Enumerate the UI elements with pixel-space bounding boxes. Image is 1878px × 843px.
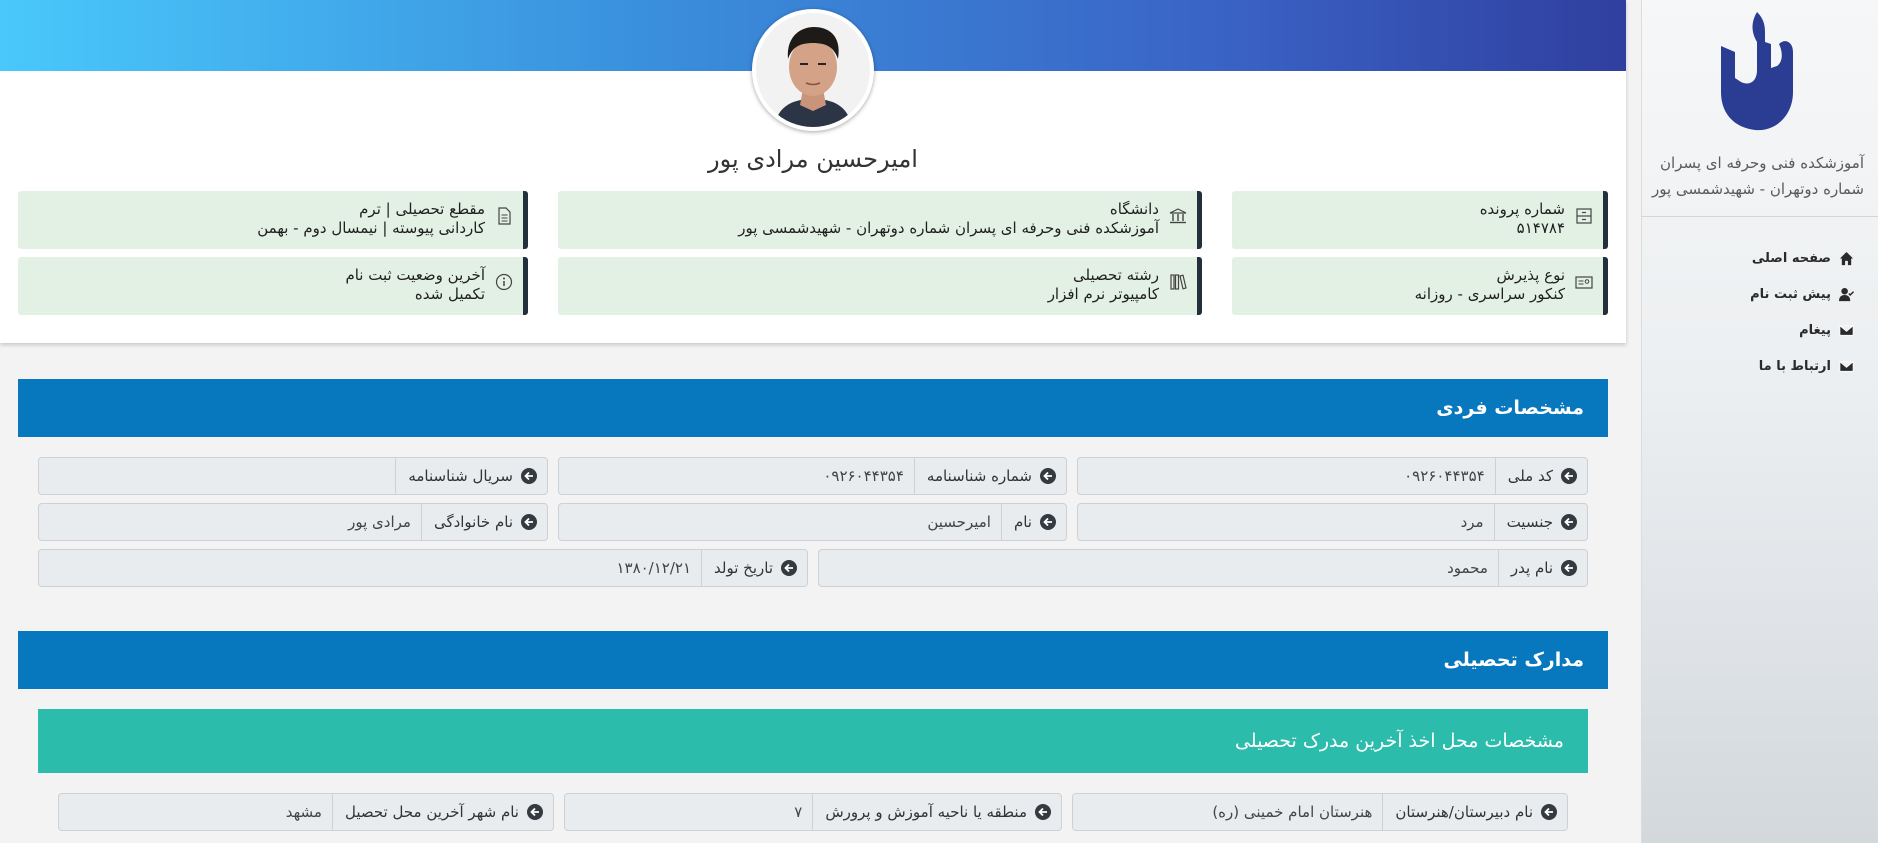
field-label: شماره شناسنامه	[926, 467, 1032, 485]
avatar	[752, 9, 874, 131]
field-birth-date: تاریخ تولد ۱۳۸۰/۱۲/۲۱	[38, 549, 808, 587]
user-check-icon	[1839, 287, 1854, 301]
info-box-registration-status: آخرین وضعیت ثبت نام تکمیل شده	[18, 257, 528, 315]
nav-item-messages[interactable]: پیغام	[1641, 312, 1878, 348]
info-box-file-number: شماره پرونده ۵۱۴۷۸۴	[1232, 191, 1608, 249]
field-label: منطقه یا ناحیه آموزش و پرورش	[825, 803, 1027, 821]
arrow-left-circle-icon	[1561, 560, 1577, 576]
student-name: امیرحسین مرادی پور	[708, 145, 918, 173]
field-label: نام	[1013, 513, 1032, 531]
field-high-school-name: نام دبیرستان/هنرستان هنرستان امام خمینی …	[1072, 793, 1568, 831]
field-label: نام پدر	[1510, 559, 1553, 577]
info-box-admission-type: نوع پذیرش کنکور سراسری - روزانه	[1232, 257, 1608, 315]
field-value: ۱۳۸۰/۱۲/۲۱	[616, 559, 692, 577]
field-value	[39, 458, 395, 494]
envelope-icon	[1839, 360, 1854, 372]
nav-item-home[interactable]: صفحه اصلی	[1641, 240, 1878, 276]
info-box-label: نوع پذیرش	[1496, 266, 1565, 284]
info-icon	[495, 273, 513, 291]
arrow-left-circle-icon	[521, 468, 537, 484]
nav-item-label: ارتباط با ما	[1758, 358, 1831, 374]
info-box-value: کنکور سراسری - روزانه	[1414, 285, 1565, 303]
field-label: نام شهر آخرین محل تحصیل	[344, 803, 519, 821]
field-id-serial: سریال شناسنامه	[38, 457, 548, 495]
arrow-left-circle-icon	[1035, 804, 1051, 820]
main-content: امیرحسین مرادی پور شماره پرونده ۵۱۴۷۸۴ د…	[0, 0, 1626, 843]
sidebar: آموزشکده فنی وحرفه ای پسران شماره دوتهرا…	[1641, 0, 1878, 843]
arrow-left-circle-icon	[527, 804, 543, 820]
info-box-degree-term: مقطع تحصیلی | ترم کاردانی پیوسته | نیمسا…	[18, 191, 528, 249]
arrow-left-circle-icon	[521, 514, 537, 530]
field-education-district: منطقه یا ناحیه آموزش و پرورش ۷	[564, 793, 1062, 831]
field-value: هنرستان امام خمینی (ره)	[1212, 803, 1373, 821]
school-name: آموزشکده فنی وحرفه ای پسران شماره دوتهرا…	[1651, 154, 1864, 198]
education-header: مدارک تحصیلی	[18, 631, 1608, 689]
arrow-left-circle-icon	[1040, 468, 1056, 484]
field-father-name: نام پدر محمود	[818, 549, 1588, 587]
nav-item-pre-registration[interactable]: پیش ثبت نام	[1641, 276, 1878, 312]
arrow-left-circle-icon	[781, 560, 797, 576]
field-label: نام دبیرستان/هنرستان	[1395, 803, 1533, 821]
school-logo	[1642, 12, 1878, 142]
info-box-label: رشته تحصیلی	[1072, 266, 1159, 284]
arrow-left-circle-icon	[1541, 804, 1557, 820]
info-box-label: دانشگاه	[1109, 200, 1159, 218]
info-box-label: شماره پرونده	[1479, 200, 1565, 218]
info-box-value: ۵۱۴۷۸۴	[1516, 219, 1565, 237]
envelope-icon	[1839, 324, 1854, 336]
nav-item-contact-us[interactable]: ارتباط با ما	[1641, 348, 1878, 384]
field-label: نام خانوادگی	[433, 513, 513, 531]
field-label: جنسیت	[1506, 513, 1553, 531]
arrow-left-circle-icon	[1561, 468, 1577, 484]
field-value: مرد	[1460, 513, 1484, 531]
file-cabinet-icon	[1576, 208, 1592, 224]
id-card-icon	[1575, 276, 1593, 289]
home-icon	[1839, 251, 1854, 265]
info-box-label: مقطع تحصیلی | ترم	[359, 200, 485, 218]
nav-item-label: صفحه اصلی	[1751, 250, 1831, 266]
info-box-value: تکمیل شده	[414, 285, 485, 303]
last-degree-location-header: مشخصات محل اخذ آخرین مدرک تحصیلی	[38, 709, 1588, 773]
field-last-name: نام خانوادگی مرادی پور	[38, 503, 548, 541]
info-box-value: آموزشکده فنی وحرفه ای پسران شماره دوتهرا…	[738, 219, 1159, 237]
field-value: محمود	[1447, 559, 1488, 577]
profile-card: امیرحسین مرادی پور شماره پرونده ۵۱۴۷۸۴ د…	[0, 0, 1626, 343]
field-first-name: نام امیرحسین	[558, 503, 1067, 541]
field-id-number: شماره شناسنامه ۰۹۲۶۰۴۴۳۵۴	[558, 457, 1067, 495]
nav-item-label: پیغام	[1799, 322, 1831, 338]
field-value: مرادی پور	[348, 513, 411, 531]
info-box-label: آخرین وضعیت ثبت نام	[345, 266, 485, 284]
field-value: ۰۹۲۶۰۴۴۳۵۴	[823, 467, 904, 485]
info-box-university: دانشگاه آموزشکده فنی وحرفه ای پسران شمار…	[558, 191, 1202, 249]
document-icon	[498, 207, 511, 225]
personal-info-header: مشخصات فردی	[18, 379, 1608, 437]
field-last-study-city: نام شهر آخرین محل تحصیل مشهد	[58, 793, 554, 831]
arrow-left-circle-icon	[1040, 514, 1056, 530]
arrow-left-circle-icon	[1561, 514, 1577, 530]
field-label: تاریخ تولد	[714, 559, 773, 577]
field-label: کد ملی	[1507, 467, 1553, 485]
university-icon	[1169, 208, 1187, 224]
field-gender: جنسیت مرد	[1077, 503, 1588, 541]
field-value: ۰۹۲۶۰۴۴۳۵۴	[1404, 467, 1485, 485]
sidebar-divider	[1641, 216, 1878, 217]
field-national-code: کد ملی ۰۹۲۶۰۴۴۳۵۴	[1077, 457, 1588, 495]
field-value: ۷	[794, 803, 803, 821]
info-box-value: کاردانی پیوسته | نیمسال دوم - بهمن	[257, 219, 485, 237]
field-value: مشهد	[285, 803, 322, 821]
field-label: سریال شناسنامه	[408, 467, 513, 485]
info-box-field-of-study: رشته تحصیلی کامپیوتر نرم افزار	[558, 257, 1202, 315]
sidebar-nav: صفحه اصلی پیش ثبت نام پیغام ارتباط با ما	[1641, 240, 1878, 384]
info-box-value: کامپیوتر نرم افزار	[1047, 285, 1159, 303]
field-value: امیرحسین	[927, 513, 991, 531]
books-icon	[1170, 274, 1187, 290]
nav-item-label: پیش ثبت نام	[1750, 286, 1831, 302]
